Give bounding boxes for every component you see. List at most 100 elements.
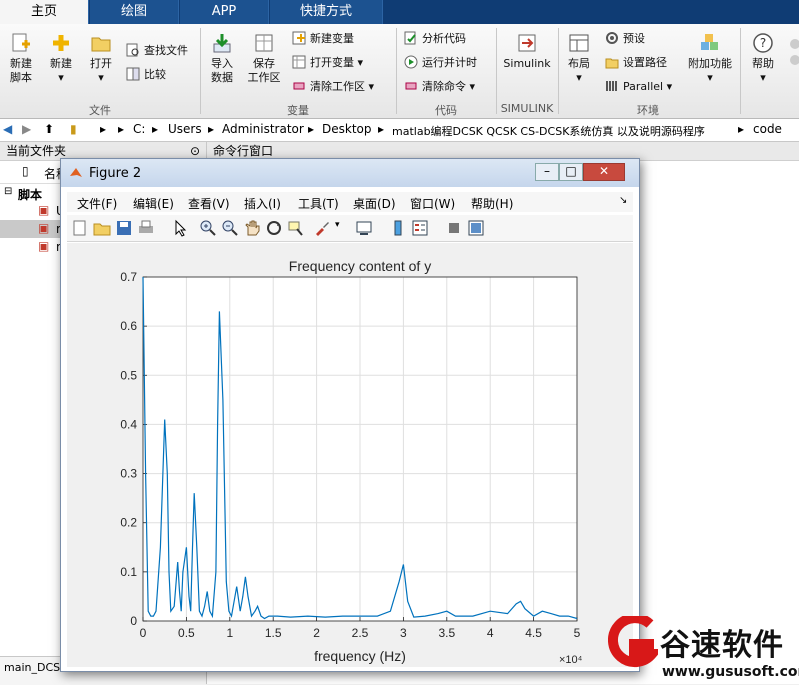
- show-tools-icon[interactable]: [467, 219, 485, 237]
- new-variable-button[interactable]: 新建变量: [292, 30, 354, 48]
- open-file-icon[interactable]: [93, 219, 111, 237]
- breadcrumb-item[interactable]: C:: [133, 122, 145, 136]
- compare-button[interactable]: 比较: [126, 66, 166, 84]
- community-icon[interactable]: [786, 38, 799, 78]
- find-files-button[interactable]: 查找文件: [126, 42, 188, 60]
- menu-file[interactable]: 文件(F): [77, 195, 117, 212]
- menu-view[interactable]: 查看(V): [188, 195, 230, 212]
- open-variable-icon: [292, 55, 306, 69]
- root-folder-icon[interactable]: ▸: [100, 122, 106, 136]
- new-figure-icon[interactable]: [71, 219, 89, 237]
- breadcrumb-item[interactable]: Desktop: [322, 122, 372, 136]
- clear-commands-button[interactable]: 清除命令 ▾: [404, 78, 475, 96]
- layout-button[interactable]: 布局 ▾: [563, 32, 595, 85]
- menu-insert[interactable]: 插入(I): [244, 195, 281, 212]
- plus-icon: [53, 35, 69, 51]
- addons-button[interactable]: 附加功能 ▾: [686, 32, 734, 85]
- link-plot-icon[interactable]: [355, 219, 373, 237]
- run-and-time-label: 运行并计时: [422, 56, 477, 69]
- pan-hand-icon[interactable]: [243, 219, 261, 237]
- watermark: 谷速软件 www.gususoft.com: [608, 616, 799, 684]
- minimize-button[interactable]: –: [535, 163, 559, 181]
- import-data-button[interactable]: 导入 数据: [205, 32, 239, 85]
- breadcrumb-separator: ▸: [118, 122, 125, 136]
- tab-apps[interactable]: APP: [180, 0, 269, 24]
- clear-commands-label: 清除命令: [422, 80, 466, 93]
- zoom-out-icon[interactable]: [221, 219, 239, 237]
- import-data-label: 导入 数据: [211, 57, 233, 84]
- maximize-button[interactable]: □: [559, 163, 583, 181]
- menu-edit[interactable]: 编辑(E): [133, 195, 174, 212]
- save-workspace-label: 保存 工作区: [247, 57, 281, 84]
- x-tick-label: 2.5: [352, 626, 369, 640]
- data-cursor-icon[interactable]: [287, 219, 305, 237]
- rotate-3d-icon[interactable]: [265, 219, 283, 237]
- collapse-icon[interactable]: ⊟: [4, 186, 12, 197]
- save-icon[interactable]: [115, 219, 133, 237]
- breadcrumb-item[interactable]: matlab编程DCSK QCSK CS-DCSK系统仿真 以及说明源码程序: [392, 123, 705, 139]
- breadcrumb-item[interactable]: Administrator: [222, 122, 304, 136]
- colorbar-icon[interactable]: [389, 219, 407, 237]
- brush-icon[interactable]: [313, 219, 331, 237]
- close-button[interactable]: ✕: [583, 163, 625, 181]
- group-simulink-label: SIMULINK: [500, 102, 554, 115]
- open-variable-button[interactable]: 打开变量 ▾: [292, 54, 363, 72]
- new-label: 新建: [50, 57, 72, 70]
- legend-icon[interactable]: [411, 219, 429, 237]
- new-button[interactable]: 新建 ▾: [44, 32, 78, 85]
- breadcrumb-separator: ▸: [208, 122, 215, 136]
- new-variable-icon: [292, 31, 306, 45]
- new-variable-label: 新建变量: [310, 32, 354, 45]
- open-button[interactable]: 打开 ▾: [84, 32, 118, 85]
- y-tick-label: 0.4: [120, 417, 137, 431]
- menu-tools[interactable]: 工具(T): [298, 195, 339, 212]
- help-button[interactable]: ? 帮助 ▾: [746, 32, 780, 85]
- hide-tools-icon[interactable]: [445, 219, 463, 237]
- figure-title-bar[interactable]: Figure 2 – □ ✕: [61, 159, 639, 187]
- help-label: 帮助: [752, 57, 774, 70]
- simulink-button[interactable]: Simulink: [500, 32, 554, 71]
- back-arrow-icon[interactable]: ◀: [3, 122, 12, 136]
- set-path-button[interactable]: 设置路径: [605, 54, 667, 72]
- set-path-icon: [605, 58, 619, 69]
- browse-folder-icon[interactable]: ▮: [70, 122, 77, 136]
- tab-home[interactable]: 主页: [0, 0, 89, 24]
- print-icon[interactable]: [137, 219, 155, 237]
- up-folder-icon[interactable]: ⬆: [44, 122, 54, 136]
- mfile-icon: ▣: [38, 221, 50, 235]
- analyze-code-button[interactable]: 分析代码: [404, 30, 466, 48]
- breadcrumb-item[interactable]: code: [753, 122, 782, 136]
- parallel-button[interactable]: Parallel ▾: [605, 78, 672, 96]
- frequency-plot[interactable]: 0 0.5 1 1.5 2 2.5 3 3.5 4 4.5 5 0 0.1 0.2 0.3 0.4 0.5 0.6…: [67, 243, 633, 667]
- ribbon-tab-strip: 主页 绘图 APP 快捷方式: [0, 0, 799, 24]
- run-and-time-button[interactable]: 运行并计时: [404, 54, 477, 72]
- forward-arrow-icon[interactable]: ▶: [22, 122, 31, 136]
- x-tick-label: 2: [313, 626, 320, 640]
- tab-shortcuts[interactable]: 快捷方式: [270, 0, 383, 24]
- group-environment-label: 环境: [637, 104, 659, 117]
- breadcrumb-item[interactable]: Users: [168, 122, 202, 136]
- figure-window: Figure 2 – □ ✕ 文件(F) 编辑(E) 查看(V) 插入(I) 工…: [60, 158, 640, 672]
- preferences-button[interactable]: 预设: [605, 30, 645, 48]
- menu-help[interactable]: 帮助(H): [471, 195, 513, 212]
- menu-window[interactable]: 窗口(W): [410, 195, 455, 212]
- pointer-icon[interactable]: [171, 219, 189, 237]
- chevron-down-icon[interactable]: ▾: [335, 220, 353, 238]
- y-tick-label: 0.6: [120, 319, 137, 333]
- gusu-logo-icon: [608, 616, 658, 668]
- tab-plots[interactable]: 绘图: [90, 0, 179, 24]
- new-script-button[interactable]: 新建 脚本: [4, 32, 38, 85]
- addons-label: 附加功能: [688, 57, 732, 70]
- find-files-icon: [126, 43, 139, 57]
- panel-title: 当前文件夹: [6, 144, 67, 158]
- layout-icon: [569, 34, 589, 52]
- clear-workspace-label: 清除工作区: [310, 80, 365, 93]
- zoom-in-icon[interactable]: [199, 219, 217, 237]
- ribbon-divider: [740, 28, 741, 114]
- menu-dock-icon[interactable]: ↘: [619, 195, 627, 206]
- menu-desktop[interactable]: 桌面(D): [353, 195, 396, 212]
- figure-title: Figure 2: [89, 166, 142, 181]
- clear-workspace-button[interactable]: 清除工作区 ▾: [292, 78, 374, 96]
- save-workspace-button[interactable]: 保存 工作区: [245, 32, 283, 85]
- chevron-down-icon: ▾: [98, 71, 104, 84]
